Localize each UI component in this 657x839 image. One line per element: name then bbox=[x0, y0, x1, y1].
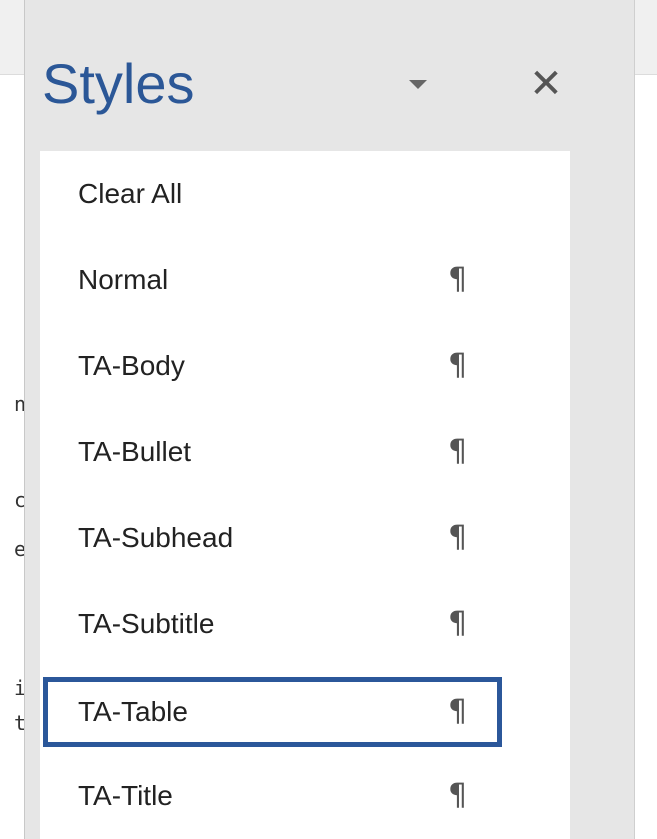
style-item-ta-bullet[interactable]: TA-Bullet ¶ bbox=[40, 409, 570, 495]
style-item-label: TA-Title bbox=[78, 780, 173, 811]
document-area-right bbox=[634, 0, 657, 839]
style-item-label: Clear All bbox=[78, 178, 183, 209]
close-button[interactable]: ✕ bbox=[518, 56, 574, 112]
document-text-fragment: c bbox=[14, 488, 24, 512]
pane-options-button[interactable] bbox=[398, 64, 438, 104]
paragraph-mark-icon: ¶ bbox=[448, 778, 468, 813]
paragraph-mark-icon: ¶ bbox=[448, 694, 468, 729]
style-item-ta-body[interactable]: TA-Body ¶ bbox=[40, 323, 570, 409]
chevron-down-icon bbox=[409, 79, 427, 89]
style-item-ta-title[interactable]: TA-Title ¶ bbox=[40, 753, 570, 839]
style-item-label: TA-Subhead bbox=[78, 522, 234, 553]
document-text-fragment: t bbox=[14, 711, 24, 735]
style-item-normal[interactable]: Normal ¶ bbox=[40, 237, 570, 323]
document-text-fragment: n bbox=[14, 392, 24, 416]
paragraph-mark-icon: ¶ bbox=[448, 606, 468, 641]
style-item-clear-all[interactable]: Clear All bbox=[40, 151, 570, 237]
paragraph-mark-icon: ¶ bbox=[448, 434, 468, 469]
styles-list: Clear All Normal ¶ TA-Body ¶ TA-Bullet ¶… bbox=[40, 151, 570, 839]
paragraph-mark-icon: ¶ bbox=[448, 348, 468, 383]
style-item-ta-subtitle[interactable]: TA-Subtitle ¶ bbox=[40, 581, 570, 667]
style-item-ta-subhead[interactable]: TA-Subhead ¶ bbox=[40, 495, 570, 581]
close-icon: ✕ bbox=[529, 61, 563, 107]
document-text-fragment: i bbox=[14, 676, 24, 700]
style-item-label: TA-Bullet bbox=[78, 436, 192, 467]
style-item-label: TA-Body bbox=[78, 350, 185, 381]
document-ruler bbox=[0, 0, 24, 75]
style-item-label: Normal bbox=[78, 264, 169, 295]
pane-title: Styles bbox=[42, 52, 195, 115]
paragraph-mark-icon: ¶ bbox=[448, 520, 468, 555]
document-text-fragment: e bbox=[14, 537, 24, 561]
style-item-label: TA-Subtitle bbox=[78, 608, 215, 639]
paragraph-mark-icon: ¶ bbox=[448, 262, 468, 297]
style-item-ta-table[interactable]: TA-Table ¶ bbox=[43, 677, 502, 747]
document-ruler-right bbox=[635, 0, 657, 75]
style-item-label: TA-Table bbox=[78, 696, 188, 727]
